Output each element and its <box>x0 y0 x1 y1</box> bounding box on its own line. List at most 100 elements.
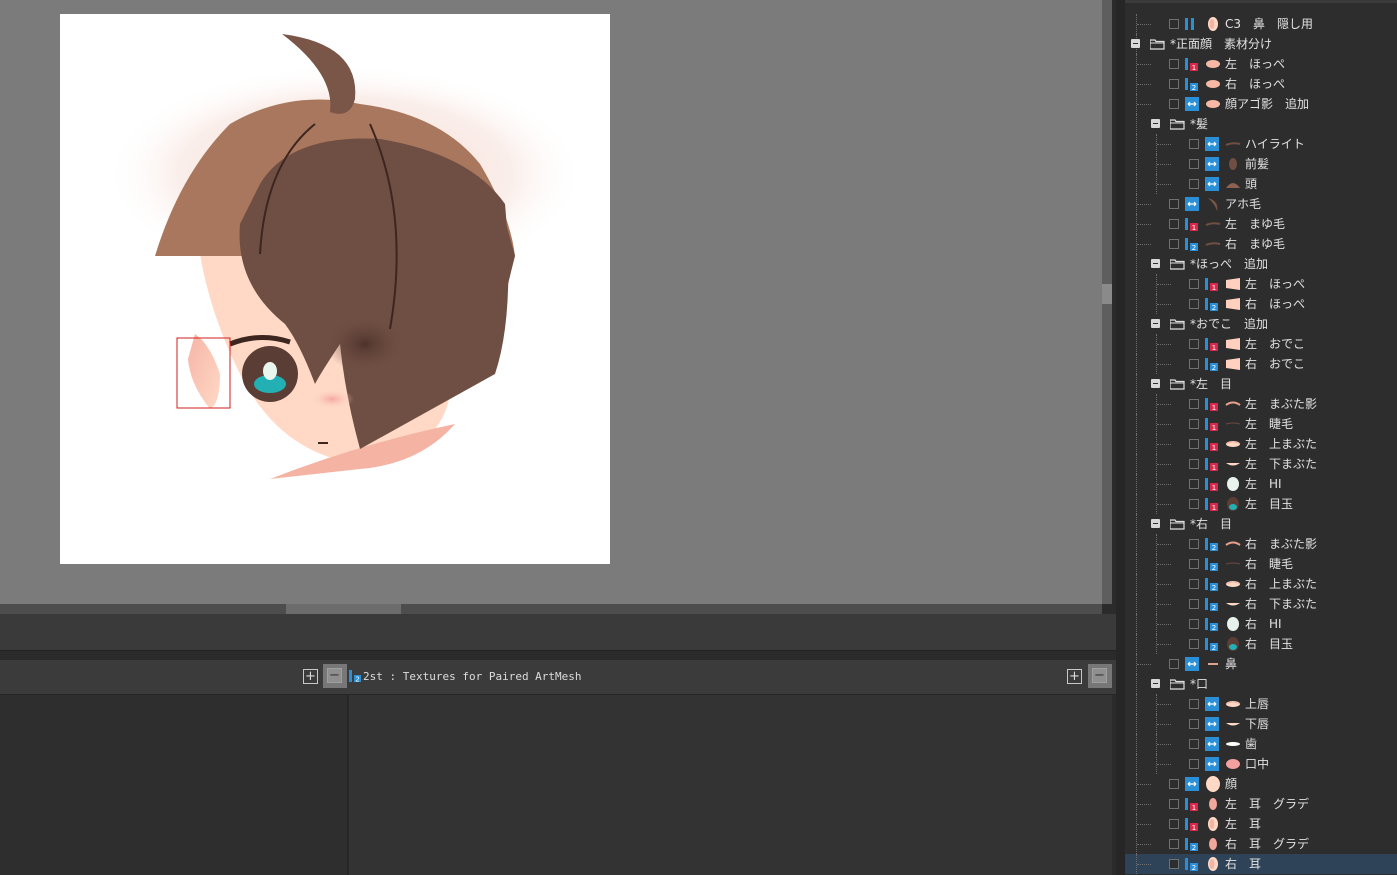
texture-list-pane[interactable] <box>0 695 349 875</box>
visibility-checkbox[interactable] <box>1169 219 1179 229</box>
layer-row[interactable]: 鼻 <box>1125 654 1397 674</box>
collapse-toggle[interactable] <box>1151 319 1160 328</box>
pair-icon[interactable]: 1 <box>1185 797 1199 811</box>
horizontal-scrollbar[interactable] <box>0 604 1102 614</box>
artboard[interactable] <box>60 14 610 564</box>
visibility-checkbox[interactable] <box>1189 179 1199 189</box>
layer-row[interactable]: 1 左 まゆ毛 <box>1125 214 1397 234</box>
visibility-checkbox[interactable] <box>1189 579 1199 589</box>
visibility-checkbox[interactable] <box>1189 639 1199 649</box>
visibility-checkbox[interactable] <box>1189 139 1199 149</box>
layer-row[interactable]: 2 右 ほっぺ <box>1125 74 1397 94</box>
layer-folder-row[interactable]: *右 目 <box>1125 514 1397 534</box>
visibility-checkbox[interactable] <box>1169 859 1179 869</box>
link-icon[interactable] <box>1205 717 1219 731</box>
layer-row[interactable]: 2 右 目玉 <box>1125 634 1397 654</box>
visibility-checkbox[interactable] <box>1189 399 1199 409</box>
layer-row[interactable]: 2 右 耳 グラデ <box>1125 834 1397 854</box>
visibility-checkbox[interactable] <box>1189 479 1199 489</box>
pair-icon[interactable] <box>1185 17 1199 31</box>
collapse-all-button[interactable]: − <box>327 668 342 683</box>
collapse-toggle[interactable] <box>1151 519 1160 528</box>
pair-icon[interactable]: 1 <box>1205 497 1219 511</box>
visibility-checkbox[interactable] <box>1169 19 1179 29</box>
collapse-toggle[interactable] <box>1131 39 1140 48</box>
expand-right-button[interactable]: + <box>1067 669 1082 684</box>
layer-row[interactable]: 1 左 上まぶた <box>1125 434 1397 454</box>
layer-row[interactable]: 下唇 <box>1125 714 1397 734</box>
visibility-checkbox[interactable] <box>1169 659 1179 669</box>
link-icon[interactable] <box>1185 197 1199 211</box>
pair-icon[interactable]: 2 <box>1185 837 1199 851</box>
visibility-checkbox[interactable] <box>1189 559 1199 569</box>
layer-row[interactable]: 1 左 ほっぺ <box>1125 54 1397 74</box>
panel-divider[interactable] <box>1116 0 1125 875</box>
visibility-checkbox[interactable] <box>1189 459 1199 469</box>
pair-icon[interactable]: 2 <box>1185 77 1199 91</box>
pair-icon[interactable]: 2 <box>1185 237 1199 251</box>
layer-row[interactable]: 2 右 まゆ毛 <box>1125 234 1397 254</box>
layer-row[interactable]: 口中 <box>1125 754 1397 774</box>
vertical-scroll-thumb[interactable] <box>1102 284 1112 304</box>
layer-row[interactable]: 2 右 HI <box>1125 614 1397 634</box>
link-icon[interactable] <box>1185 97 1199 111</box>
layer-row[interactable]: 2 右 おでこ <box>1125 354 1397 374</box>
visibility-checkbox[interactable] <box>1169 199 1179 209</box>
pair-icon[interactable]: 2 <box>1185 857 1199 871</box>
layer-row[interactable]: 頭 <box>1125 174 1397 194</box>
pair-icon[interactable]: 2 <box>1205 637 1219 651</box>
visibility-checkbox[interactable] <box>1189 759 1199 769</box>
collapse-toggle[interactable] <box>1151 259 1160 268</box>
pair-icon[interactable]: 1 <box>1185 57 1199 71</box>
link-icon[interactable] <box>1205 157 1219 171</box>
layer-row[interactable]: 1 左 睫毛 <box>1125 414 1397 434</box>
layer-row[interactable]: 2 右 ほっぺ <box>1125 294 1397 314</box>
pair-icon[interactable]: 1 <box>1205 277 1219 291</box>
visibility-checkbox[interactable] <box>1169 799 1179 809</box>
layer-row[interactable]: 歯 <box>1125 734 1397 754</box>
pair-icon[interactable]: 1 <box>1205 337 1219 351</box>
link-icon[interactable] <box>1205 137 1219 151</box>
collapse-toggle[interactable] <box>1151 679 1160 688</box>
pair-icon[interactable]: 2 <box>1205 617 1219 631</box>
link-icon[interactable] <box>1205 737 1219 751</box>
pair-icon[interactable]: 2 <box>1205 557 1219 571</box>
layer-folder-row[interactable]: *ほっぺ 追加 <box>1125 254 1397 274</box>
pair-icon[interactable]: 2 <box>1205 577 1219 591</box>
collapse-toggle[interactable] <box>1151 379 1160 388</box>
layer-row[interactable]: C3 鼻 隠し用 <box>1125 14 1397 34</box>
canvas-viewport[interactable] <box>0 0 1102 604</box>
collapse-toggle[interactable] <box>1151 119 1160 128</box>
visibility-checkbox[interactable] <box>1169 59 1179 69</box>
layer-row[interactable]: 2 右 上まぶた <box>1125 574 1397 594</box>
layer-row[interactable]: 2 右 下まぶた <box>1125 594 1397 614</box>
link-icon[interactable] <box>1185 657 1199 671</box>
layer-row[interactable]: 2 右 睫毛 <box>1125 554 1397 574</box>
visibility-checkbox[interactable] <box>1189 719 1199 729</box>
visibility-checkbox[interactable] <box>1189 339 1199 349</box>
pair-icon[interactable]: 1 <box>1205 457 1219 471</box>
pair-icon[interactable]: 1 <box>1185 217 1199 231</box>
pair-icon[interactable]: 1 <box>1205 397 1219 411</box>
pair-icon[interactable]: 1 <box>1205 437 1219 451</box>
link-icon[interactable] <box>1185 777 1199 791</box>
visibility-checkbox[interactable] <box>1189 499 1199 509</box>
layer-row[interactable]: ハイライト <box>1125 134 1397 154</box>
layer-row[interactable]: 2 右 まぶた影 <box>1125 534 1397 554</box>
layer-row[interactable]: 1 左 HI <box>1125 474 1397 494</box>
expand-all-button[interactable]: + <box>303 669 318 684</box>
link-icon[interactable] <box>1205 757 1219 771</box>
collapse-right-button[interactable]: − <box>1092 668 1107 683</box>
visibility-checkbox[interactable] <box>1189 299 1199 309</box>
visibility-checkbox[interactable] <box>1189 539 1199 549</box>
visibility-checkbox[interactable] <box>1189 159 1199 169</box>
visibility-checkbox[interactable] <box>1169 819 1179 829</box>
texture-detail-pane[interactable] <box>349 695 1112 875</box>
pair-icon[interactable]: 1 <box>1205 477 1219 491</box>
horizontal-scroll-thumb[interactable] <box>286 604 401 614</box>
visibility-checkbox[interactable] <box>1189 279 1199 289</box>
pair-icon[interactable]: 2 <box>1205 357 1219 371</box>
layer-row[interactable]: アホ毛 <box>1125 194 1397 214</box>
pair-icon[interactable]: 2 <box>1205 537 1219 551</box>
layer-row[interactable]: 前髪 <box>1125 154 1397 174</box>
